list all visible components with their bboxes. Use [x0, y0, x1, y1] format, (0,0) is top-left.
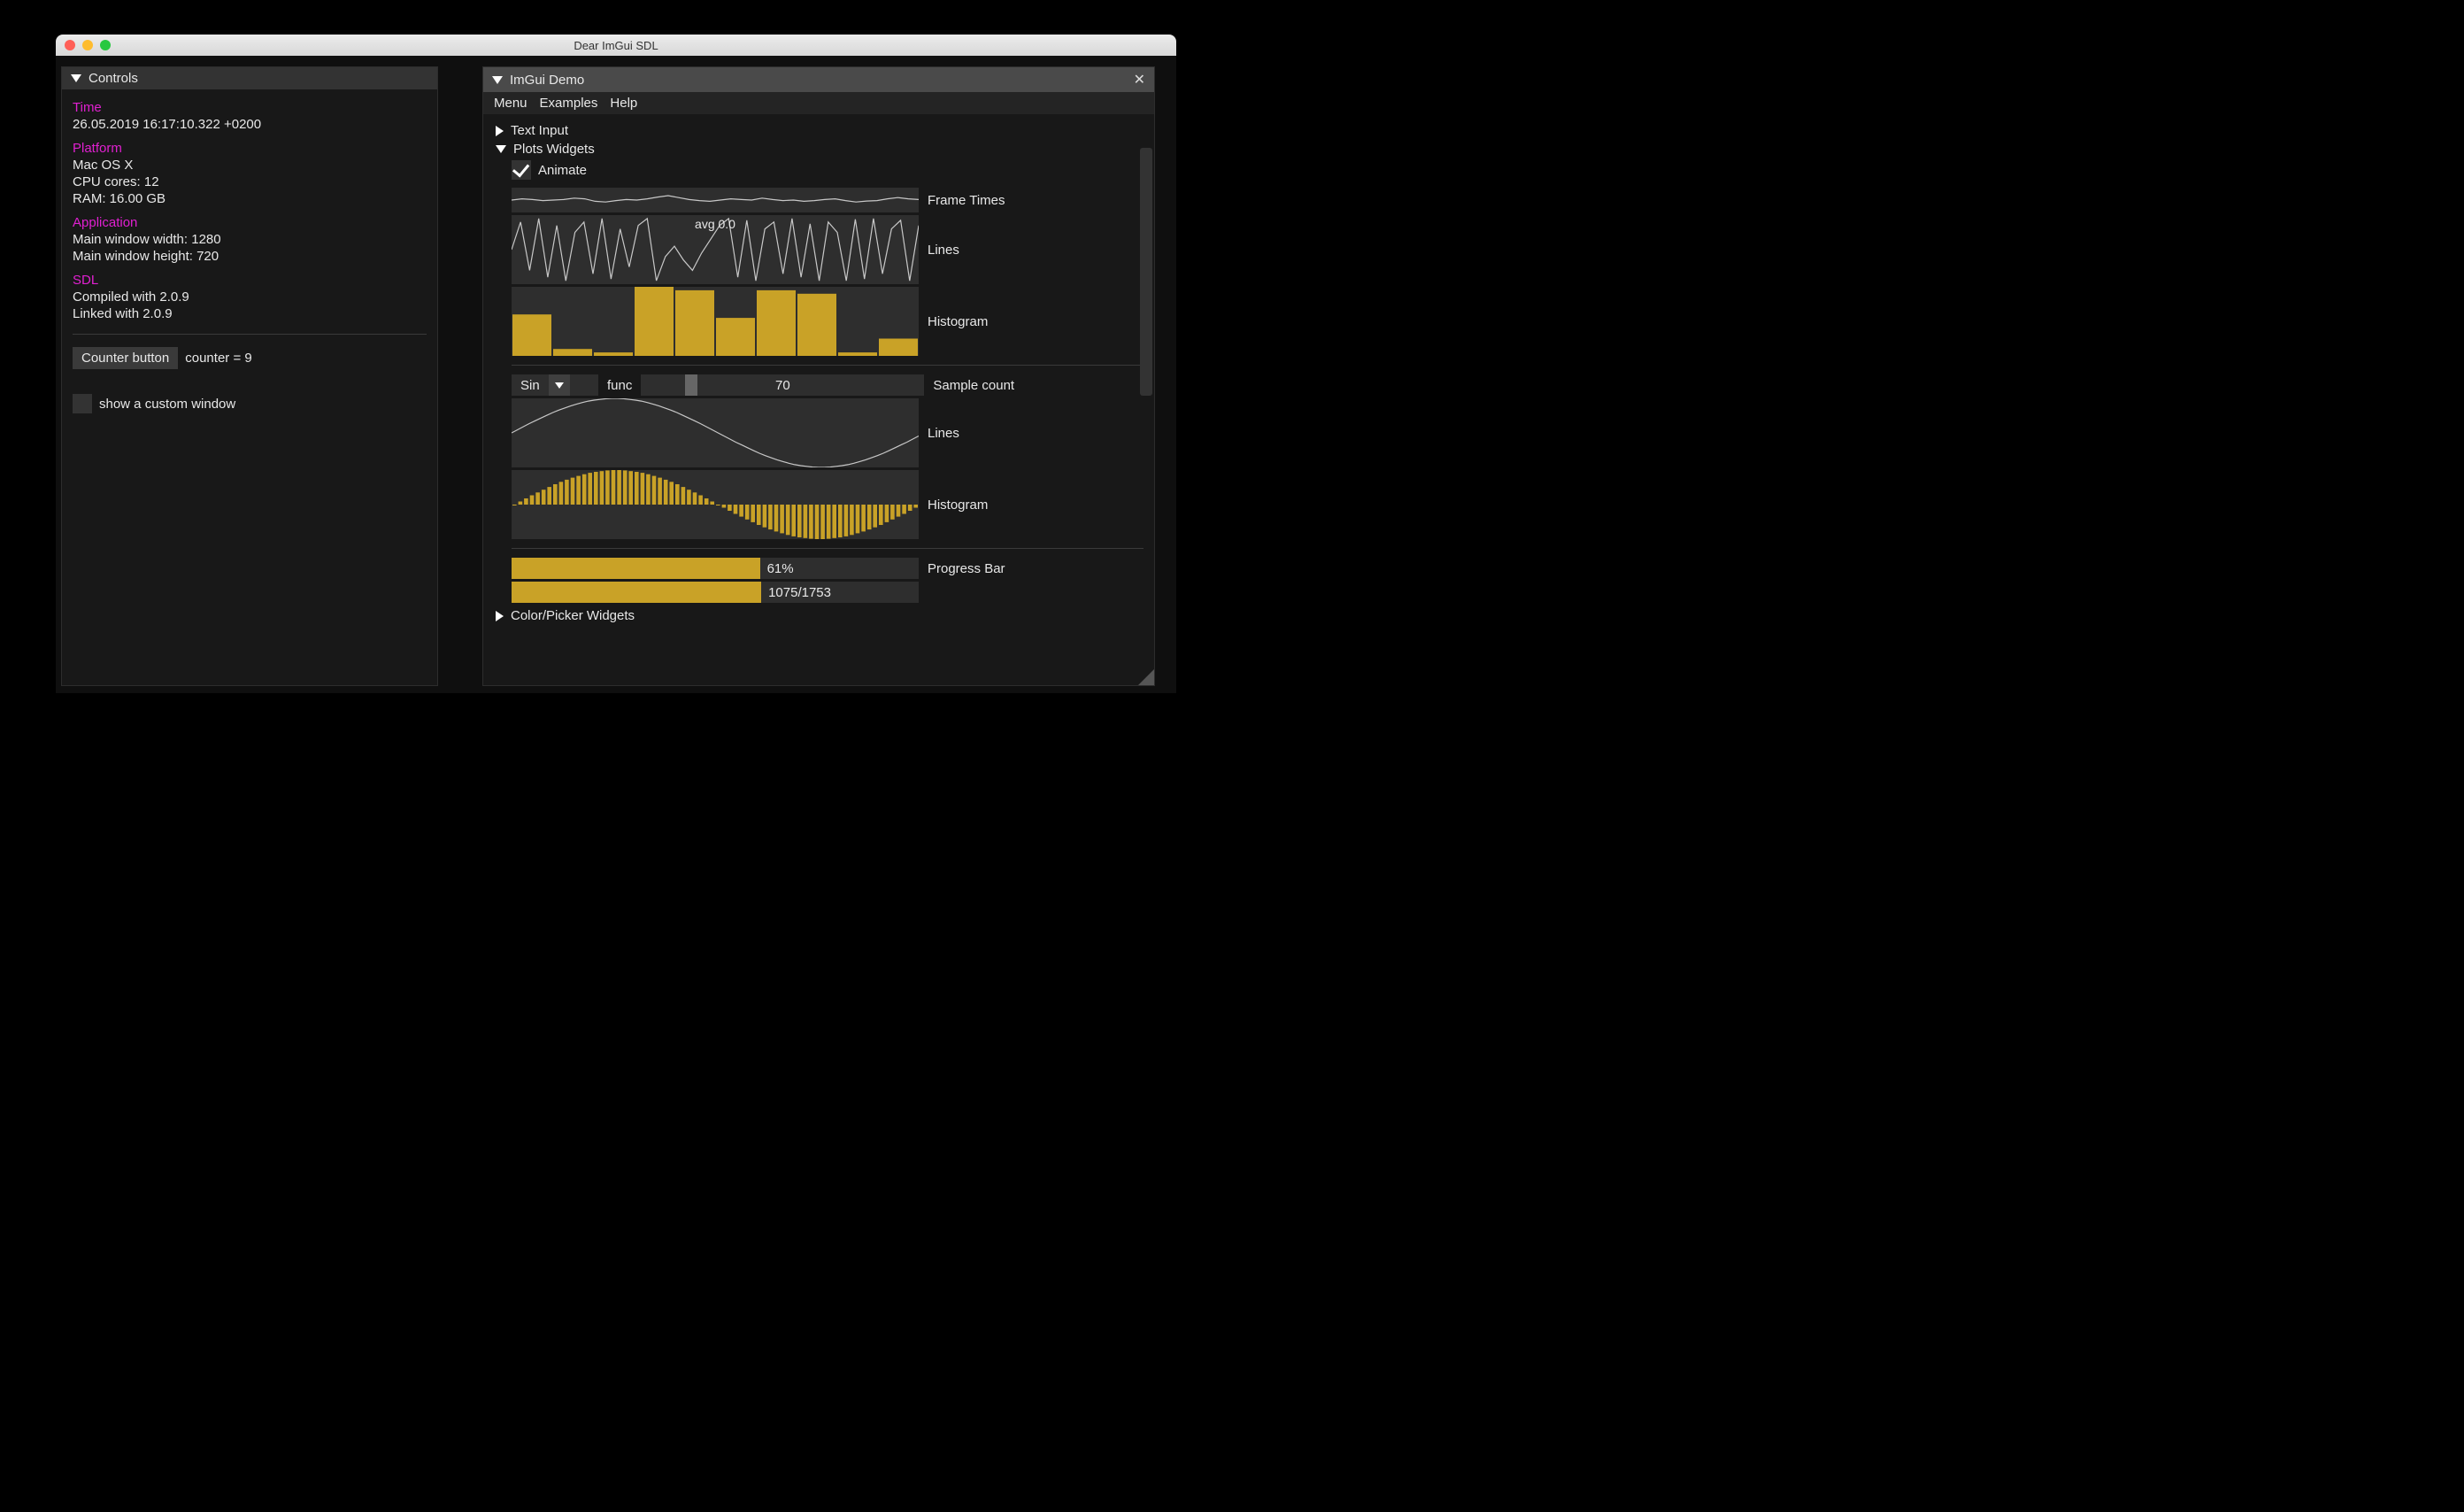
mac-titlebar[interactable]: Dear ImGui SDL [56, 35, 1176, 56]
sample-label: Sample count [933, 378, 1143, 393]
app-height: Main window height: 720 [73, 249, 427, 264]
platform-cpu: CPU cores: 12 [73, 174, 427, 189]
sample-value: 70 [775, 378, 790, 393]
maximize-icon[interactable] [100, 40, 111, 50]
app-area: Controls Time 26.05.2019 16:17:10.322 +0… [56, 56, 1176, 693]
close-icon[interactable] [65, 40, 75, 50]
progress-bar: 61% [512, 558, 919, 579]
slider-grab[interactable] [685, 374, 697, 396]
time-label: Time [73, 100, 427, 115]
demo-body: Text Input Plots Widgets Animate Frame T… [483, 114, 1154, 681]
collapse-icon[interactable] [71, 74, 81, 82]
window-title: Dear ImGui SDL [56, 39, 1176, 52]
controls-window: Controls Time 26.05.2019 16:17:10.322 +0… [61, 66, 438, 686]
sin-line-plot [512, 398, 919, 467]
histogram-plot [512, 287, 919, 356]
counter-button[interactable]: Counter button [73, 347, 178, 369]
lines-avg: avg 0.0 [695, 217, 735, 231]
demo-title: ImGui Demo [510, 73, 584, 88]
application-label: Application [73, 215, 427, 230]
progress-ratio: 1075/1753 [768, 585, 831, 600]
lines-plot: avg 0.0 [512, 215, 919, 284]
demo-window: ImGui Demo ✕ Menu Examples Help Text Inp… [482, 66, 1155, 686]
expand-icon [496, 611, 504, 621]
menu-examples[interactable]: Examples [540, 96, 598, 111]
menu-help[interactable]: Help [610, 96, 637, 111]
frame-times-row: Frame Times [512, 188, 1143, 212]
func-combo[interactable]: Sin [512, 374, 598, 396]
collapse-icon[interactable] [492, 76, 503, 84]
scrollbar[interactable] [1140, 148, 1152, 396]
tree-text-input[interactable]: Text Input [496, 121, 1143, 140]
sin-hist-plot [512, 470, 919, 539]
progress-pct: 61% [767, 561, 794, 576]
minimize-icon[interactable] [82, 40, 93, 50]
app-width: Main window width: 1280 [73, 232, 427, 247]
animate-label: Animate [538, 163, 587, 178]
demo-titlebar[interactable]: ImGui Demo ✕ [483, 67, 1154, 92]
sample-slider[interactable]: 70 [641, 374, 924, 396]
controls-titlebar[interactable]: Controls [62, 67, 437, 89]
func-combo-value: Sin [512, 378, 549, 393]
lines-row: avg 0.0 Lines [512, 215, 1143, 284]
controls-body: Time 26.05.2019 16:17:10.322 +0200 Platf… [62, 89, 437, 424]
progress-fill [512, 558, 760, 579]
counter-row: Counter button counter = 9 [73, 347, 427, 369]
close-icon[interactable]: ✕ [1134, 71, 1145, 89]
time-value: 26.05.2019 16:17:10.322 +0200 [73, 117, 427, 132]
platform-label: Platform [73, 141, 427, 156]
traffic-lights [65, 40, 111, 50]
lines2-label: Lines [928, 426, 1143, 441]
frame-times-label: Frame Times [928, 193, 1143, 208]
show-custom-label: show a custom window [99, 397, 235, 412]
sdl-linked: Linked with 2.0.9 [73, 306, 427, 321]
platform-os: Mac OS X [73, 158, 427, 173]
separator [512, 548, 1143, 549]
func-label: func [607, 378, 632, 393]
menubar: Menu Examples Help [483, 92, 1154, 114]
sin-line-row: Lines [512, 398, 1143, 467]
separator [73, 334, 427, 335]
counter-text: counter = 9 [185, 351, 251, 366]
menu-menu[interactable]: Menu [494, 96, 527, 111]
sin-hist-row: Histogram [512, 470, 1143, 539]
platform-ram: RAM: 16.00 GB [73, 191, 427, 206]
lines-label: Lines [928, 243, 1143, 258]
resize-grip[interactable] [1138, 669, 1154, 685]
histogram-row: Histogram [512, 287, 1143, 356]
separator [512, 365, 1143, 366]
mac-window: Dear ImGui SDL Controls Time 26.05.2019 … [56, 35, 1176, 693]
show-custom-checkbox[interactable]: show a custom window [73, 394, 235, 413]
sdl-compiled: Compiled with 2.0.9 [73, 289, 427, 305]
expand-icon [496, 126, 504, 136]
progress-row: 61% Progress Bar [512, 558, 1143, 579]
text-input-label: Text Input [511, 123, 568, 138]
animate-checkbox[interactable]: Animate [512, 160, 587, 180]
histogram-label: Histogram [928, 314, 1143, 329]
chevron-down-icon [549, 374, 570, 396]
checkbox-box[interactable] [73, 394, 92, 413]
sdl-label: SDL [73, 273, 427, 288]
controls-title: Controls [89, 71, 138, 86]
tree-plots-widgets[interactable]: Plots Widgets [496, 140, 1143, 158]
func-row: Sin func 70 Sample count [512, 374, 1143, 396]
checkbox-box[interactable] [512, 160, 531, 180]
progress-label: Progress Bar [928, 561, 1143, 576]
tree-color-picker[interactable]: Color/Picker Widgets [496, 606, 1143, 625]
progress-ratio-row: 1075/1753 [512, 582, 1143, 603]
collapse-icon [496, 145, 506, 153]
frame-times-plot [512, 188, 919, 212]
color-picker-label: Color/Picker Widgets [511, 608, 635, 623]
progress-fill [512, 582, 761, 603]
plots-widgets-label: Plots Widgets [513, 142, 595, 157]
histogram2-label: Histogram [928, 498, 1143, 513]
progress-bar-ratio: 1075/1753 [512, 582, 919, 603]
